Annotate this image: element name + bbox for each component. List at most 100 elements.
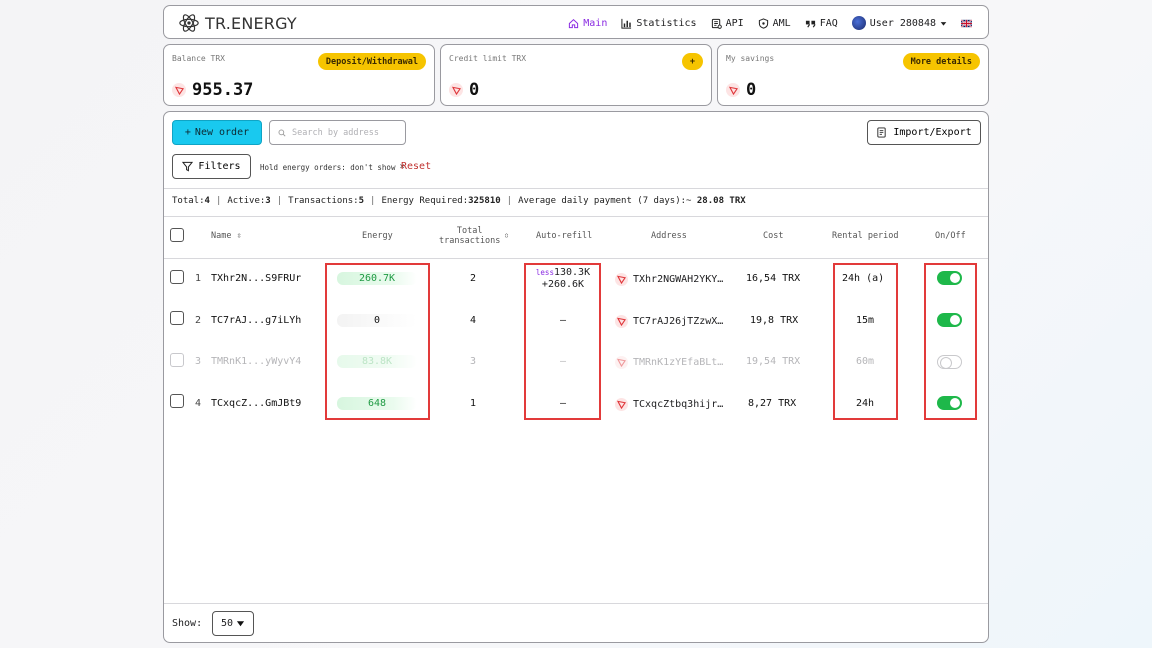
total-value: 4	[204, 196, 210, 206]
row-checkbox[interactable]	[170, 270, 184, 284]
address-cell[interactable]: TMRnK1zYEfaBLt…	[615, 356, 723, 369]
order-name[interactable]: TXhr2N...S9FRUr	[211, 273, 301, 284]
tron-icon	[726, 83, 740, 97]
energy-required-value: 325810	[468, 196, 501, 206]
credit-value: 0	[449, 80, 479, 100]
nav-api[interactable]: API	[711, 18, 744, 29]
reset-filters-link[interactable]: Reset	[401, 161, 431, 172]
col-onoff-header: On/Off	[935, 231, 966, 241]
language-selector[interactable]	[961, 18, 972, 29]
energy-column-highlight	[325, 263, 430, 420]
show-label: Show:	[172, 618, 203, 629]
page-size-select[interactable]: 50	[212, 611, 254, 636]
avg-payment-value: 28.08 TRX	[696, 196, 746, 206]
address-cell[interactable]: TXhr2NGWAH2YKY…	[615, 273, 723, 286]
logo[interactable]: TR.ENERGY	[178, 12, 297, 34]
add-credit-button[interactable]: +	[681, 53, 703, 70]
filter-chip-label: Hold energy orders: don't show	[260, 162, 396, 172]
order-name[interactable]: TCxqcZ...GmJBt9	[211, 398, 301, 409]
address-text: TC7rAJ26jTZzwX…	[633, 316, 724, 327]
transactions-value: 5	[358, 196, 365, 206]
transactions-label: Transactions:	[288, 196, 359, 206]
order-name[interactable]: TC7rAJ...g7iLYh	[211, 315, 301, 326]
col-total-tx-label-1: Total	[456, 226, 483, 236]
col-total-tx-label-2: transactions	[439, 236, 501, 246]
address-text: TMRnK1zYEfaBLt…	[633, 357, 724, 368]
atom-logo-icon	[179, 14, 199, 32]
top-navbar: TR.ENERGY Main Statistics API AML FAQ Us…	[163, 5, 989, 39]
user-label: User 280848	[869, 17, 936, 29]
onoff-column-highlight	[924, 263, 977, 420]
row-number: 3	[195, 356, 202, 367]
home-icon	[569, 18, 579, 28]
address-cell[interactable]: TC7rAJ26jTZzwX…	[615, 315, 723, 328]
savings-label: My savings	[726, 54, 775, 63]
credit-card: Credit limit TRX + 0	[440, 44, 712, 106]
credit-amount: 0	[469, 80, 480, 100]
col-cost-header: Cost	[763, 231, 784, 241]
balance-value: 955.37	[172, 80, 253, 100]
tron-icon	[615, 356, 628, 369]
divider	[164, 258, 988, 259]
address-text: TXhr2NGWAH2YKY…	[633, 274, 724, 285]
sort-icon[interactable]: ⇳	[504, 231, 509, 241]
avatar	[851, 16, 866, 30]
col-rental-header: Rental period	[832, 231, 899, 241]
search-icon	[278, 129, 286, 137]
nav-main[interactable]: Main	[568, 18, 607, 29]
filter-chip: Hold energy orders: don't show ×	[260, 162, 405, 172]
tron-icon	[615, 273, 628, 286]
select-all-checkbox[interactable]	[170, 228, 184, 242]
filters-button[interactable]: Filters	[172, 154, 251, 179]
cost-cell: 19,8 TRX	[750, 315, 799, 326]
new-order-button[interactable]: + New order	[172, 120, 262, 145]
page-size-value: 50	[220, 618, 234, 629]
total-transactions: 3	[470, 356, 477, 367]
nav-aml[interactable]: AML	[758, 18, 791, 29]
avg-payment-label: Average daily payment (7 days):~	[518, 196, 692, 206]
active-label: Active:	[227, 196, 266, 206]
import-export-label: Import/Export	[893, 127, 972, 138]
orders-panel: + New order Import/Export Filters Hold e…	[163, 111, 989, 643]
row-checkbox[interactable]	[170, 353, 184, 367]
nav-statistics[interactable]: Statistics	[621, 18, 697, 29]
row-number: 2	[195, 315, 202, 326]
cost-cell: 8,27 TRX	[748, 398, 797, 409]
order-name[interactable]: TMRnK1...yWyvY4	[211, 356, 301, 367]
user-menu[interactable]: User 280848	[851, 16, 947, 30]
api-icon	[711, 18, 722, 29]
col-total-tx-header[interactable]: Total transactions	[439, 226, 500, 246]
row-number: 4	[195, 398, 202, 409]
logo-text: TR.ENERGY	[205, 13, 297, 33]
new-order-label: New order	[194, 127, 250, 138]
col-name-header[interactable]: Name ⇳	[211, 231, 242, 241]
active-value: 3	[265, 196, 271, 206]
col-autorefill-header: Auto-refill	[536, 231, 593, 241]
filters-label: Filters	[198, 161, 241, 172]
plus-icon: +	[184, 127, 191, 138]
row-checkbox[interactable]	[170, 394, 184, 408]
quote-icon	[805, 20, 816, 27]
col-address-header: Address	[651, 231, 687, 241]
divider	[164, 216, 988, 217]
deposit-withdrawal-button[interactable]: Deposit/Withdrawal	[317, 53, 426, 70]
search-box	[269, 120, 406, 145]
filter-icon	[182, 161, 194, 172]
savings-amount: 0	[746, 80, 757, 100]
nav-api-label: API	[725, 17, 744, 29]
import-export-button[interactable]: Import/Export	[867, 120, 981, 145]
savings-value: 0	[726, 80, 756, 100]
divider	[164, 188, 988, 189]
divider	[164, 603, 988, 604]
search-input[interactable]	[292, 127, 402, 138]
tron-icon	[615, 315, 628, 328]
rental-column-highlight	[833, 263, 898, 420]
row-number: 1	[195, 273, 202, 284]
nav-faq[interactable]: FAQ	[805, 18, 838, 29]
chart-icon	[621, 18, 632, 29]
more-details-button[interactable]: More details	[902, 53, 980, 70]
total-transactions: 2	[470, 273, 477, 284]
address-cell[interactable]: TCxqcZtbq3hijr…	[615, 398, 723, 411]
row-checkbox[interactable]	[170, 311, 184, 325]
energy-required-label: Energy Required:	[381, 196, 469, 206]
